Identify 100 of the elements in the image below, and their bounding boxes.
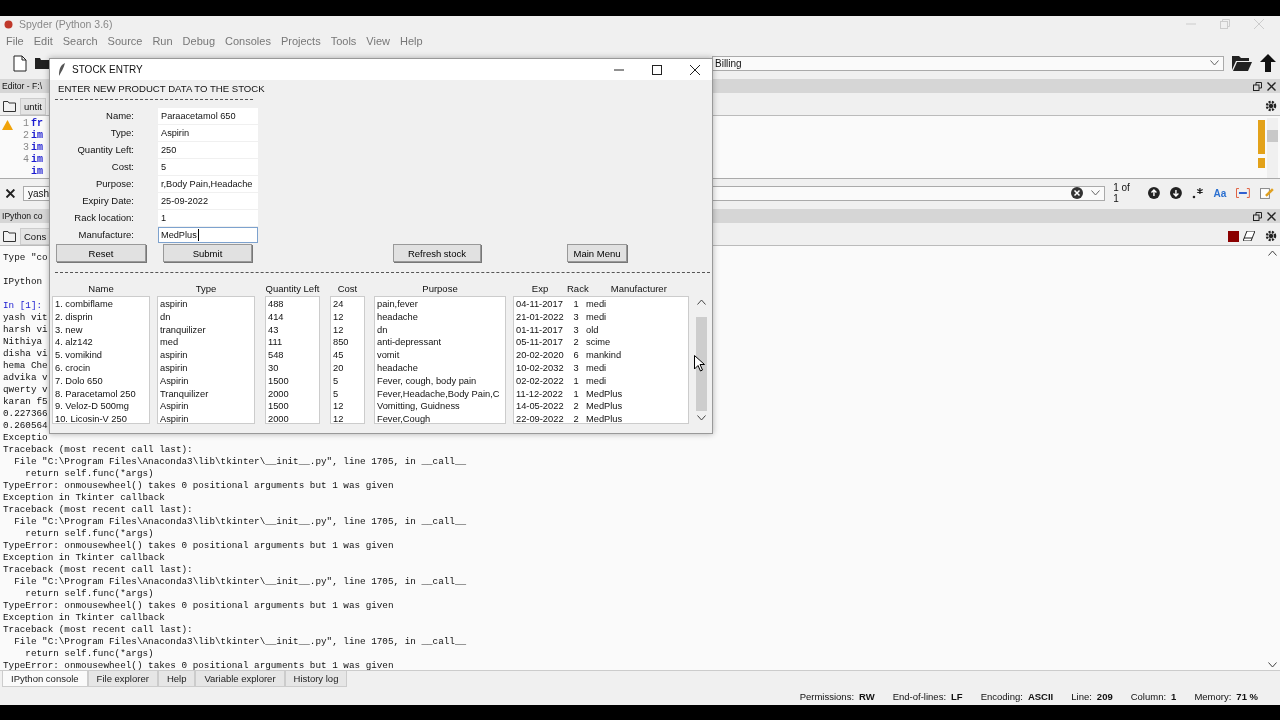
list-item[interactable]: 3 bbox=[573, 363, 579, 373]
listbox[interactable]: 1. combiflame 2. disprin 3. new 4. alz142 5. vomikind 6. crocin 7. Dolo 650 8. Paracetamol 250 9. Veloz-D 500mg 10. Licosin-V 250 bbox=[52, 296, 150, 424]
eraser-icon[interactable] bbox=[1243, 231, 1255, 241]
input-field[interactable]: Aspirin bbox=[158, 125, 258, 141]
scroll-up-icon[interactable] bbox=[697, 299, 706, 305]
list-item[interactable]: Aspirin bbox=[160, 401, 189, 412]
path-dropdown[interactable]: Billing bbox=[712, 55, 1224, 71]
list-item[interactable]: headache bbox=[377, 363, 418, 373]
list-item[interactable]: 21-01-2022 bbox=[516, 311, 564, 322]
list-item[interactable]: pain,fever bbox=[377, 299, 418, 309]
list-item[interactable]: 2 bbox=[573, 414, 579, 425]
list-item[interactable]: 12 bbox=[333, 311, 344, 322]
close-icon[interactable] bbox=[1267, 81, 1276, 91]
list-item[interactable]: dn bbox=[160, 311, 171, 322]
list-item[interactable]: 9. Veloz-D 500mg bbox=[55, 401, 129, 412]
list-item[interactable]: medi bbox=[586, 311, 607, 322]
list-item[interactable]: Aspirin bbox=[160, 375, 189, 386]
listbox[interactable]: pain,fever headache dn anti-depressant vomit headache Fever, cough, body pain Fever,Headache,Body Pain,C Vomitting, Guidness Fever,Cough bbox=[374, 296, 506, 424]
list-item[interactable]: dn bbox=[377, 324, 388, 335]
list-item[interactable]: 6. crocin bbox=[55, 363, 91, 373]
list-item[interactable]: Fever,Headache,Body Pain,C bbox=[377, 388, 500, 399]
list-item[interactable]: 4. alz142 bbox=[55, 337, 93, 348]
menu-item[interactable]: View bbox=[366, 35, 390, 47]
list-item[interactable]: med bbox=[160, 337, 179, 348]
list-item[interactable]: 2 bbox=[573, 401, 579, 412]
close-icon[interactable] bbox=[6, 188, 15, 198]
scroll-down-icon[interactable] bbox=[697, 415, 706, 421]
list-item[interactable]: 3 bbox=[573, 324, 579, 335]
list-item[interactable]: 1 bbox=[573, 299, 579, 309]
down-arrow-icon[interactable] bbox=[1169, 187, 1182, 199]
list-item[interactable]: 12 bbox=[333, 401, 344, 412]
input-field[interactable]: 25-09-2022 bbox=[158, 193, 258, 209]
dialog-button[interactable]: Submit bbox=[163, 244, 252, 262]
folder-icon[interactable] bbox=[3, 230, 16, 242]
list-item[interactable]: Fever,Cough bbox=[377, 414, 431, 425]
menu-item[interactable]: Run bbox=[152, 35, 173, 47]
regex-icon[interactable] bbox=[1191, 187, 1204, 199]
listbox[interactable]: 04-11-2017 21-01-2022 01-11-2017 05-11-2017 20-02-2020 10-02-2032 02-02-2022 11-12-2022 14-05-2022 22-09-2022 1 3 3 2 6 3 1 1 2 2 medi medi old scime mankind medi medi MedPlus MedPlus MedPlus bbox=[513, 296, 689, 424]
scroll-down-icon[interactable] bbox=[1268, 662, 1277, 668]
list-item[interactable]: medi bbox=[586, 363, 607, 373]
list-item[interactable]: 548 bbox=[268, 350, 284, 361]
scrollbar[interactable] bbox=[1267, 118, 1278, 178]
menu-item[interactable]: Tools bbox=[330, 35, 357, 47]
clear-icon[interactable] bbox=[1071, 187, 1084, 199]
list-item[interactable]: aspirin bbox=[160, 350, 188, 361]
input-field[interactable]: r,Body Pain,Headache bbox=[158, 176, 258, 192]
menu-item[interactable]: Projects bbox=[280, 35, 321, 47]
replace-icon[interactable] bbox=[1260, 187, 1274, 199]
menu-item[interactable]: Help bbox=[400, 35, 423, 47]
list-item[interactable]: 20-02-2020 bbox=[516, 350, 564, 361]
list-item[interactable]: 414 bbox=[268, 311, 284, 322]
listbox[interactable]: aspirin dn tranquilizer med aspirin aspirin Aspirin Tranquilizer Aspirin Aspirin bbox=[157, 296, 255, 424]
list-item[interactable]: vomit bbox=[377, 350, 400, 361]
dialog-button[interactable]: Reset bbox=[56, 244, 146, 262]
list-item[interactable]: headache bbox=[377, 311, 418, 322]
folder-icon[interactable] bbox=[1232, 55, 1252, 71]
menu-item[interactable]: Search bbox=[62, 35, 98, 47]
console-tab[interactable]: Cons bbox=[20, 227, 51, 245]
undock-icon[interactable] bbox=[1253, 81, 1262, 91]
input-field[interactable]: Paraacetamol 650 bbox=[158, 108, 258, 124]
dialog-button[interactable]: Main Menu bbox=[567, 244, 627, 262]
list-item[interactable]: 22-09-2022 bbox=[516, 414, 564, 425]
list-item[interactable]: Aspirin bbox=[160, 414, 189, 425]
undock-icon[interactable] bbox=[1253, 211, 1262, 221]
list-item[interactable]: 2000 bbox=[268, 388, 289, 399]
list-item[interactable]: MedPlus bbox=[586, 388, 623, 399]
list-item[interactable]: 6 bbox=[573, 350, 579, 361]
list-item[interactable]: Tranquilizer bbox=[160, 388, 209, 399]
new-file-icon[interactable] bbox=[13, 54, 27, 72]
dock-tab[interactable]: IPython console bbox=[2, 671, 88, 687]
input-field[interactable]: MedPlus bbox=[158, 227, 258, 243]
settings-icon[interactable] bbox=[1265, 100, 1277, 112]
list-item[interactable]: 02-02-2022 bbox=[516, 375, 564, 386]
list-item[interactable]: 01-11-2017 bbox=[516, 324, 563, 335]
dialog-button[interactable]: Refresh stock bbox=[393, 244, 481, 262]
input-field[interactable]: 5 bbox=[158, 159, 258, 175]
list-item[interactable]: 8. Paracetamol 250 bbox=[55, 388, 136, 399]
list-item[interactable]: 12 bbox=[333, 324, 344, 335]
input-field[interactable]: 250 bbox=[158, 142, 258, 158]
list-item[interactable]: 1 bbox=[573, 388, 579, 399]
list-item[interactable]: 850 bbox=[333, 337, 349, 348]
list-item[interactable]: anti-depressant bbox=[377, 337, 442, 348]
list-item[interactable]: 111 bbox=[268, 337, 283, 348]
list-item[interactable]: 488 bbox=[268, 299, 284, 309]
list-item[interactable]: 5 bbox=[333, 375, 339, 386]
list-item[interactable]: tranquilizer bbox=[160, 324, 206, 335]
list-item[interactable]: 1. combiflame bbox=[55, 299, 113, 309]
maximize-icon[interactable] bbox=[652, 64, 662, 75]
list-item[interactable]: 30 bbox=[268, 363, 279, 373]
folder-icon[interactable] bbox=[3, 100, 16, 112]
list-item[interactable]: 1500 bbox=[268, 375, 289, 386]
list-item[interactable]: aspirin bbox=[160, 363, 188, 373]
whole-word-icon[interactable] bbox=[1236, 188, 1251, 198]
list-item[interactable]: 2000 bbox=[268, 414, 289, 425]
list-item[interactable]: 11-12-2022 bbox=[516, 388, 563, 399]
list-item[interactable]: aspirin bbox=[160, 299, 188, 309]
list-item[interactable]: 05-11-2017 bbox=[516, 337, 563, 348]
list-item[interactable]: 3 bbox=[573, 311, 579, 322]
list-item[interactable]: 3. new bbox=[55, 324, 83, 335]
list-item[interactable]: 7. Dolo 650 bbox=[55, 375, 103, 386]
